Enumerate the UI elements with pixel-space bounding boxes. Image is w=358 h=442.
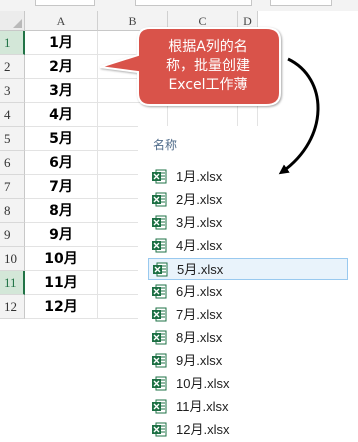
name-box-edge[interactable] [35,0,95,6]
file-name: 8月.xlsx [176,330,223,345]
file-item[interactable]: 10月.xlsx [148,373,348,395]
file-name: 10月.xlsx [176,376,230,391]
cell-a12[interactable]: 12月 [25,295,98,319]
row-header-2[interactable]: 2 [0,55,25,79]
file-item[interactable]: 12月.xlsx [148,419,348,441]
toolbar-box-edge[interactable] [270,0,332,6]
file-item[interactable]: 4月.xlsx [148,235,348,257]
callout-line-2: 称，批量创建 [166,58,250,74]
file-item[interactable]: 5月.xlsx [148,258,348,280]
row-header-11[interactable]: 11 [0,271,25,295]
file-item[interactable]: 6月.xlsx [148,281,348,303]
excel-file-icon [152,353,167,368]
excel-file-icon [152,422,167,437]
cell-a4[interactable]: 4月 [25,103,98,127]
file-name: 4月.xlsx [176,238,223,253]
name-column-header[interactable]: 名称 [153,136,177,153]
file-name: 6月.xlsx [176,284,223,299]
file-name: 3月.xlsx [176,215,223,230]
file-name: 11月.xlsx [176,399,229,414]
column-header-c[interactable]: C [168,11,238,31]
cell-a11[interactable]: 11月 [25,271,98,295]
column-header-d[interactable]: D [238,11,258,31]
column-header-b[interactable]: B [98,11,168,31]
file-name: 1月.xlsx [176,169,223,184]
file-item[interactable]: 2月.xlsx [148,189,348,211]
cell-d4[interactable] [238,103,258,127]
row-header-8[interactable]: 8 [0,199,25,223]
row-header-4[interactable]: 4 [0,103,25,127]
cell-a1[interactable]: 1月 [25,31,98,55]
excel-file-icon [153,262,168,277]
row-header-6[interactable]: 6 [0,151,25,175]
column-header-a[interactable]: A [25,11,98,31]
excel-file-icon [152,215,167,230]
file-explorer-panel: 名称 1月.xlsx 2月.xlsx 3月.xlsx 4月.xlsx 5月.xlsx 6月… [138,126,358,442]
select-all-corner[interactable] [0,11,25,31]
cell-c4[interactable] [168,103,238,127]
row-header-1[interactable]: 1 [0,31,25,55]
excel-file-icon [152,330,167,345]
excel-file-icon [152,376,167,391]
cell-a9[interactable]: 9月 [25,223,98,247]
row-header-5[interactable]: 5 [0,127,25,151]
row-header-7[interactable]: 7 [0,175,25,199]
callout-line-1: 根据A列的名 [168,39,248,55]
file-item[interactable]: 1月.xlsx [148,166,348,188]
excel-file-icon [152,238,167,253]
row-header-10[interactable]: 10 [0,247,25,271]
toolbar-strip [0,0,358,11]
row-header-3[interactable]: 3 [0,79,25,103]
cell-a5[interactable]: 5月 [25,127,98,151]
file-name: 12月.xlsx [176,422,230,437]
callout-line-3: Excel工作薄 [168,77,248,93]
callout-text: 根据A列的名 称，批量创建 Excel工作薄 [140,38,276,95]
cell-a6[interactable]: 6月 [25,151,98,175]
cell-a8[interactable]: 8月 [25,199,98,223]
cell-a2[interactable]: 2月 [25,55,98,79]
excel-file-icon [152,307,167,322]
row-header-12[interactable]: 12 [0,295,25,319]
excel-file-icon [152,192,167,207]
file-name: 5月.xlsx [177,262,224,277]
cell-a3[interactable]: 3月 [25,79,98,103]
cell-a10[interactable]: 10月 [25,247,98,271]
row-header-9[interactable]: 9 [0,223,25,247]
file-item[interactable]: 3月.xlsx [148,212,348,234]
file-item[interactable]: 9月.xlsx [148,350,348,372]
file-item[interactable]: 8月.xlsx [148,327,348,349]
cell-b4[interactable] [98,103,168,127]
excel-file-icon [152,399,167,414]
cell-a7[interactable]: 7月 [25,175,98,199]
file-name: 2月.xlsx [176,192,223,207]
file-item[interactable]: 11月.xlsx [148,396,348,418]
excel-file-icon [152,284,167,299]
formula-bar-edge[interactable] [135,0,252,6]
file-name: 9月.xlsx [176,353,223,368]
excel-file-icon [152,169,167,184]
file-name: 7月.xlsx [176,307,223,322]
file-item[interactable]: 7月.xlsx [148,304,348,326]
